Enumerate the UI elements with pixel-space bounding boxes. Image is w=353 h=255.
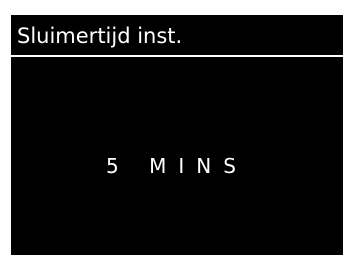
header-divider: [11, 55, 343, 57]
display-screen: Sluimertijd inst. 5 MINS: [11, 15, 343, 255]
snooze-time-value: 5 MINS: [106, 154, 248, 178]
screen-title: Sluimertijd inst.: [17, 24, 183, 48]
